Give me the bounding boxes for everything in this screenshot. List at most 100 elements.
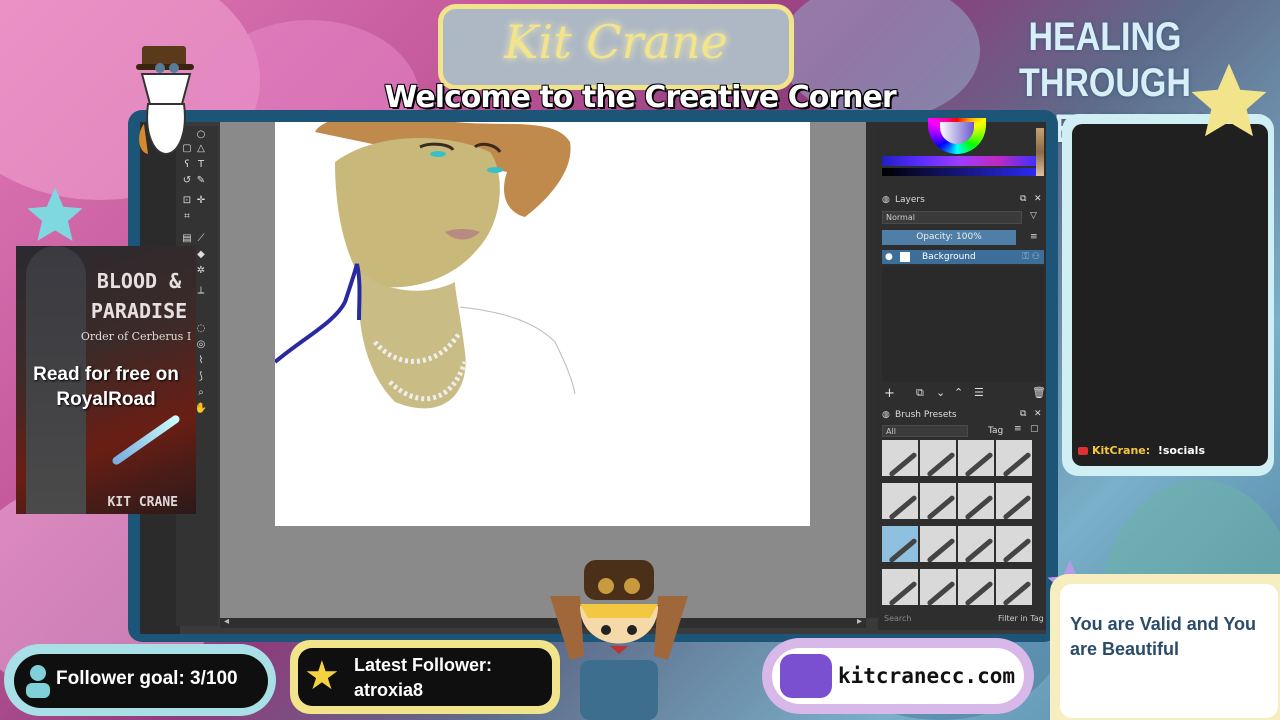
layer-name[interactable]: Background <box>922 250 976 264</box>
value-slider[interactable] <box>882 168 1036 176</box>
brush-preset[interactable] <box>882 440 918 476</box>
scroll-left-icon[interactable]: ◂ <box>224 616 229 627</box>
lasso-tool-icon[interactable]: ⌇ <box>194 354 208 368</box>
layers-panel-title: Layers <box>895 195 925 205</box>
eye-icon[interactable]: ● <box>885 250 893 264</box>
menu-icon[interactable]: ≡ <box>1030 232 1038 242</box>
layers-list[interactable] <box>882 266 1044 382</box>
move-tool-icon[interactable]: ✛ <box>194 194 208 208</box>
pen-tool-icon[interactable]: ✎ <box>194 174 208 188</box>
brush-preset[interactable] <box>958 440 994 476</box>
brush-preset[interactable] <box>996 526 1032 562</box>
eyedropper-tool-icon[interactable]: ⟋ <box>194 232 208 246</box>
brush-search-input[interactable]: Search <box>884 614 911 623</box>
person-icon <box>26 665 50 698</box>
close-icon[interactable]: ✕ <box>1034 409 1042 419</box>
filter-icon[interactable]: ▽ <box>1030 211 1037 221</box>
brush-preset[interactable] <box>996 569 1032 605</box>
book-author: KIT CRANE <box>107 495 178 510</box>
character-mascot <box>550 560 688 720</box>
filter-in-tag-checkbox[interactable]: Filter in Tag <box>998 614 1044 623</box>
brush-presets-icon: ◍ <box>882 410 890 420</box>
brush-preset[interactable] <box>958 526 994 562</box>
close-icon[interactable]: ✕ <box>1034 194 1042 204</box>
gradient-tool-icon[interactable]: ▤ <box>180 232 194 246</box>
drawing-canvas[interactable] <box>275 122 810 526</box>
properties-icon[interactable]: ☰ <box>974 386 984 399</box>
brush-preset[interactable] <box>920 440 956 476</box>
sword-image <box>110 413 182 467</box>
fox-mascot <box>136 46 194 156</box>
star-icon <box>27 187 83 241</box>
duplicate-layer-icon[interactable]: ⧉ <box>916 386 924 400</box>
delete-layer-icon[interactable]: 🗑 <box>1032 386 1046 399</box>
fill-tool-icon[interactable]: ◆ <box>194 248 208 262</box>
transform-tool-icon[interactable]: ⊡ <box>180 194 194 208</box>
scroll-right-icon[interactable]: ▸ <box>857 616 862 627</box>
view-icon[interactable]: ▢ <box>1030 424 1039 434</box>
move-up-icon[interactable]: ⌃ <box>954 386 963 399</box>
brush-preset[interactable] <box>958 569 994 605</box>
opacity-slider[interactable]: Opacity: 100% <box>882 230 1016 245</box>
magic-wand-tool-icon[interactable]: ⟆ <box>194 370 208 384</box>
float-icon[interactable]: ⧉ <box>1020 409 1026 419</box>
brush-preset[interactable] <box>920 483 956 519</box>
affirmation-text: You are Valid and You are Beautiful <box>1070 614 1257 659</box>
layer-thumbnail <box>900 252 910 262</box>
freehand-tool-icon[interactable]: ↺ <box>180 174 194 188</box>
latest-follower-name: atroxia8 <box>354 680 424 700</box>
vertical-scrollbar[interactable] <box>866 122 878 618</box>
lock-icon[interactable]: ⚿ ⚇ <box>1022 250 1040 264</box>
welcome-heading: Welcome to the Creative Corner <box>384 80 896 115</box>
goggles-icon <box>780 654 832 698</box>
brush-preset[interactable] <box>920 526 956 562</box>
blend-mode-dropdown[interactable]: Normal <box>882 211 1022 224</box>
move-down-icon[interactable]: ⌄ <box>936 386 945 399</box>
chat-username: KitCrane: <box>1092 444 1151 457</box>
crop-tool-icon[interactable]: ⌗ <box>180 210 194 224</box>
bezier-tool-icon[interactable]: ʕ <box>180 158 194 172</box>
book-cta: Read for free on RoyalRoad <box>33 364 179 410</box>
pan-tool-icon[interactable]: ✋ <box>194 402 208 416</box>
portrait-sketch <box>275 122 576 409</box>
chat-text: !socials <box>1157 444 1205 457</box>
add-layer-icon[interactable]: + <box>884 386 895 401</box>
layers-icon: ◍ <box>882 195 890 205</box>
tag-label[interactable]: Tag <box>988 426 1003 436</box>
layer-actions: + ⧉ ⌄ ⌃ ☰ 🗑 <box>882 386 1046 402</box>
rect-select-tool-icon[interactable]: ◌ <box>194 322 208 336</box>
website-link[interactable]: kitcranecc.com <box>838 664 1015 688</box>
brush-preset[interactable] <box>920 569 956 605</box>
brush-preset-grid <box>882 440 1034 610</box>
book-subtitle: Order of Cerberus I <box>80 330 192 343</box>
latest-follower-label: Latest Follower: <box>354 655 493 675</box>
assistant-tool-icon[interactable]: ✲ <box>194 264 208 278</box>
brush-preset-selected[interactable] <box>882 526 918 562</box>
star-icon: ★ <box>304 653 340 699</box>
book-cover: BLOOD & PARADISE Order of Cerberus I Rea… <box>16 246 196 514</box>
measure-tool-icon[interactable]: ⟂ <box>194 284 208 298</box>
ellipse-select-tool-icon[interactable]: ◎ <box>194 338 208 352</box>
title-banner: Kit Crane <box>438 4 794 90</box>
hue-slider[interactable] <box>882 156 1036 166</box>
brush-presets-title: Brush Presets <box>895 410 957 420</box>
chat-message: KitCrane: !socials <box>1078 444 1268 457</box>
brush-preset[interactable] <box>882 483 918 519</box>
text-tool-icon[interactable]: T <box>194 158 208 172</box>
youtube-icon <box>1078 447 1088 455</box>
brush-preset[interactable] <box>996 483 1032 519</box>
menu-icon[interactable]: ≡ <box>1014 424 1022 434</box>
brush-filter-dropdown[interactable]: All <box>882 425 968 437</box>
star-icon <box>1191 63 1267 137</box>
streamer-name: Kit Crane <box>504 15 728 69</box>
chat-box <box>1072 124 1268 466</box>
layer-row-background[interactable]: ● Background ⚿ ⚇ <box>882 250 1044 264</box>
float-icon[interactable]: ⧉ <box>1020 194 1026 204</box>
brush-preset[interactable] <box>996 440 1032 476</box>
brush-preset[interactable] <box>882 569 918 605</box>
brush-preset[interactable] <box>958 483 994 519</box>
color-history-strip[interactable] <box>1036 128 1044 176</box>
brush-search-row: Search Filter in Tag <box>882 614 1044 626</box>
zoom-tool-icon[interactable]: ⌕ <box>194 386 208 400</box>
follower-goal-text: Follower goal: 3/100 <box>56 668 238 689</box>
